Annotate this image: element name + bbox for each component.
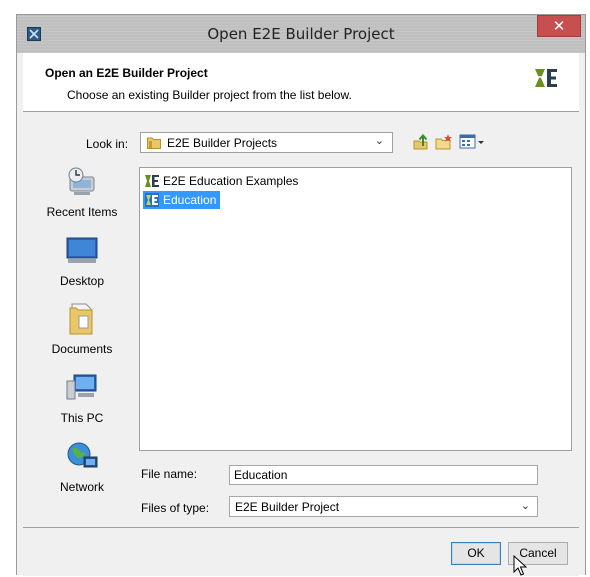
close-button[interactable]: ✕: [537, 15, 581, 37]
look-in-value: E2E Builder Projects: [167, 136, 278, 150]
title-bar[interactable]: Open E2E Builder Project ✕: [17, 15, 585, 53]
computer-icon: [66, 374, 97, 400]
file-name-text: Education: [163, 193, 217, 207]
chevron-down-icon: ⌄: [520, 500, 530, 512]
dialog-title: Open E2E Builder Project: [207, 25, 395, 43]
place-documents[interactable]: Documents: [41, 302, 123, 356]
place-label: Recent Items: [46, 205, 118, 219]
ok-button[interactable]: OK: [451, 542, 501, 565]
place-label: This PC: [60, 411, 104, 425]
dialog-body: Open an E2E Builder Project Choose an ex…: [23, 53, 579, 576]
chevron-down-icon: ⌄: [374, 135, 384, 147]
e2e-project-icon: [145, 175, 159, 187]
file-list[interactable]: E2E Education Examples Education: [139, 167, 572, 451]
list-item-selected[interactable]: Education: [143, 191, 221, 209]
files-of-type-dropdown[interactable]: E2E Builder Project ⌄: [229, 496, 538, 517]
header-subtitle: Choose an existing Builder project from …: [67, 88, 352, 102]
view-menu-icon[interactable]: [459, 133, 487, 151]
file-name-input[interactable]: Education: [229, 465, 538, 485]
look-in-dropdown[interactable]: E2E Builder Projects ⌄: [140, 132, 393, 153]
place-this-pc[interactable]: This PC: [41, 371, 123, 425]
divider: [23, 527, 579, 528]
e2e-logo-icon: [535, 69, 557, 87]
open-project-dialog: Open E2E Builder Project ✕ Open an E2E B…: [16, 14, 586, 576]
desktop-icon: [66, 237, 98, 263]
place-label: Documents: [51, 342, 113, 356]
network-icon: [67, 442, 98, 468]
header-title: Open an E2E Builder Project: [45, 66, 208, 80]
list-item[interactable]: E2E Education Examples: [143, 172, 302, 190]
dialog-header: Open an E2E Builder Project Choose an ex…: [23, 53, 579, 112]
new-folder-icon[interactable]: [435, 133, 453, 151]
place-desktop[interactable]: Desktop: [41, 234, 123, 288]
look-in-label: Look in:: [86, 137, 129, 151]
up-one-level-icon[interactable]: [412, 133, 430, 151]
file-name-text: E2E Education Examples: [163, 174, 299, 188]
place-label: Desktop: [59, 274, 105, 288]
place-recent-items[interactable]: Recent Items: [41, 165, 123, 219]
documents-icon: [69, 303, 93, 335]
e2e-project-icon: [145, 193, 159, 207]
recent-items-icon: [68, 167, 95, 195]
place-network[interactable]: Network: [41, 440, 123, 494]
files-of-type-label: Files of type:: [141, 501, 210, 515]
file-name-label: File name:: [141, 467, 198, 481]
mouse-cursor-icon: [513, 555, 527, 576]
files-of-type-value: E2E Builder Project: [235, 500, 340, 514]
folder-icon: [147, 137, 161, 149]
place-label: Network: [59, 480, 104, 494]
